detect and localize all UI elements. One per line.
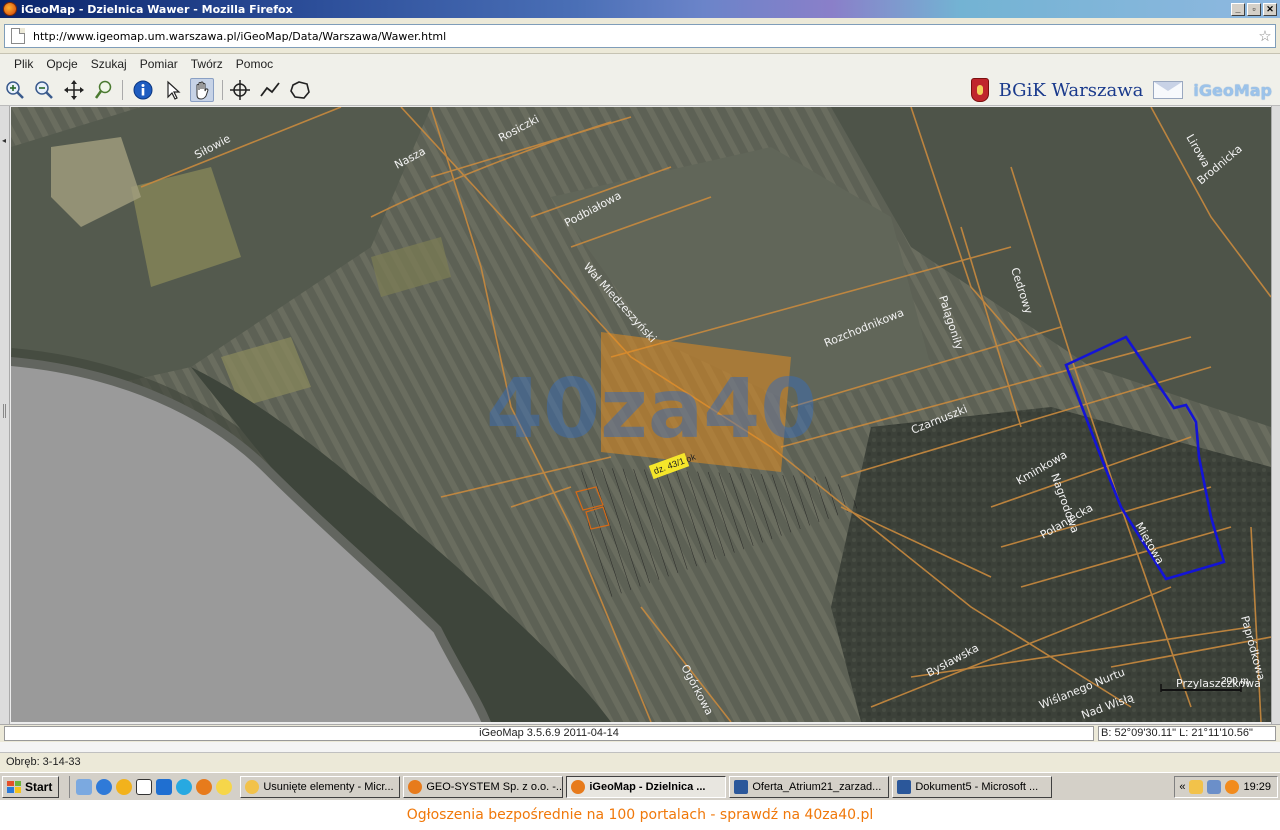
start-label: Start <box>25 779 53 794</box>
task-label: Usunięte elementy - Micr... <box>263 780 394 793</box>
task-label: iGeoMap - Dzielnica ... <box>589 780 706 793</box>
tray-app-icon[interactable] <box>1189 779 1204 794</box>
window-title: iGeoMap - Dzielnica Wawer - Mozilla Fire… <box>21 2 293 16</box>
url-text[interactable]: http://www.igeomap.um.warszawa.pl/iGeoMa… <box>33 30 1255 43</box>
coordinates-readout: B: 52°09'30.11" L: 21°11'10.56" <box>1098 726 1276 741</box>
app-menu-bar: Plik Opcje Szukaj Pomiar Twórz Pomoc <box>0 54 1280 74</box>
warsaw-crest-icon <box>970 78 989 102</box>
igeomap-logo[interactable]: iGeoMap <box>1193 81 1272 100</box>
menu-pomiar[interactable]: Pomiar <box>140 57 178 71</box>
menu-szukaj[interactable]: Szukaj <box>91 57 127 71</box>
menu-opcje[interactable]: Opcje <box>46 57 77 71</box>
version-label: iGeoMap 3.5.6.9 2011-04-14 <box>4 726 1094 741</box>
minimize-button[interactable]: _ <box>1231 2 1245 16</box>
address-bar[interactable]: http://www.igeomap.um.warszawa.pl/iGeoMa… <box>4 24 1276 48</box>
map-status-bar: iGeoMap 3.5.6.9 2011-04-14 B: 52°09'30.1… <box>0 724 1280 742</box>
task-list: Usunięte elementy - Micr... GEO-SYSTEM S… <box>240 775 1053 798</box>
page-icon <box>11 28 25 44</box>
info-icon[interactable] <box>131 78 155 102</box>
right-panel-strip <box>1271 106 1280 724</box>
maximize-button[interactable]: ▫ <box>1247 2 1261 16</box>
quick-launch <box>69 775 233 798</box>
watermark-text: 40za40 <box>486 362 817 457</box>
map-toolbar: BGiK Warszawa iGeoMap <box>0 74 1280 106</box>
media-player-icon[interactable] <box>116 778 133 795</box>
firefox-icon <box>408 779 423 794</box>
pointer-icon[interactable] <box>161 78 185 102</box>
internet-explorer-icon[interactable] <box>96 778 113 795</box>
menu-plik[interactable]: Plik <box>14 57 33 71</box>
start-button[interactable]: Start <box>2 775 60 798</box>
taskbar: Start Usunięte elementy - Micr... GEO-SY… <box>0 772 1280 800</box>
task-button[interactable]: Usunięte elementy - Micr... <box>240 775 401 798</box>
status-text: Obręb: 3-14-33 <box>6 756 81 768</box>
windows-logo-icon <box>7 780 21 793</box>
bc-icon[interactable] <box>156 778 173 795</box>
window-controls: _ ▫ ✕ <box>1231 2 1277 16</box>
bookmark-star-icon[interactable]: ☆ <box>1255 27 1275 45</box>
zoom-in-icon[interactable] <box>3 78 27 102</box>
close-button[interactable]: ✕ <box>1263 2 1277 16</box>
crosshair-icon[interactable] <box>228 78 252 102</box>
task-button-active[interactable]: iGeoMap - Dzielnica ... <box>566 775 727 798</box>
task-label: Dokument5 - Microsoft ... <box>915 780 1039 793</box>
network-icon[interactable] <box>1207 779 1222 794</box>
left-panel-toggle[interactable]: ◂ <box>0 106 10 724</box>
firefox-icon <box>571 779 586 794</box>
map-viewport[interactable]: 40za40 dz. 43/1 ok Siłowie Rosiczki Nasz… <box>11 107 1271 722</box>
window-titlebar[interactable]: iGeoMap - Dzielnica Wawer - Mozilla Fire… <box>0 0 1280 18</box>
window-icon[interactable] <box>136 778 153 795</box>
page-spacer <box>0 742 1280 752</box>
pan-all-icon[interactable] <box>62 78 86 102</box>
show-desktop-icon[interactable] <box>76 778 93 795</box>
tray-expand-button[interactable]: « <box>1179 781 1185 793</box>
skype-icon[interactable] <box>176 778 193 795</box>
task-button[interactable]: Oferta_Atrium21_zarzad... <box>729 775 890 798</box>
outlook-icon <box>245 779 260 794</box>
search-zoom-icon[interactable] <box>92 78 116 102</box>
firefox-icon <box>3 2 17 16</box>
screen: iGeoMap - Dzielnica Wawer - Mozilla Fire… <box>0 0 1280 830</box>
brand-area: BGiK Warszawa iGeoMap <box>970 77 1272 103</box>
menu-tworz[interactable]: Twórz <box>191 57 223 71</box>
toolbar-separator <box>222 80 223 100</box>
zoom-out-icon[interactable] <box>32 78 56 102</box>
clock-app-icon[interactable] <box>216 778 233 795</box>
word-icon <box>734 779 749 794</box>
task-button[interactable]: Dokument5 - Microsoft ... <box>892 775 1053 798</box>
envelope-icon[interactable] <box>1153 81 1184 99</box>
hand-icon[interactable] <box>190 78 214 102</box>
tray-update-icon[interactable] <box>1225 779 1240 794</box>
task-button[interactable]: GEO-SYSTEM Sp. z o.o. -... <box>403 775 564 798</box>
brand-bgik-link[interactable]: BGiK Warszawa <box>999 80 1144 101</box>
menu-pomoc[interactable]: Pomoc <box>236 57 273 71</box>
browser-status-bar: Obręb: 3-14-33 <box>0 752 1280 772</box>
collapse-arrow-icon[interactable]: ◂ <box>2 136 6 145</box>
toolbar-separator <box>122 80 123 100</box>
map-frame: ◂ 40za40 dz. 43/1 ok Siłowie Rosiczki Na… <box>0 106 1280 724</box>
footer-banner[interactable]: Ogłoszenia bezpośrednie na 100 portalach… <box>0 800 1280 830</box>
word-icon <box>897 779 912 794</box>
system-tray: « 19:29 <box>1174 775 1278 798</box>
scale-label: 200 m <box>1221 676 1249 687</box>
navigation-bar: http://www.igeomap.um.warszawa.pl/iGeoMa… <box>0 18 1280 54</box>
panel-grip-icon[interactable] <box>3 404 6 418</box>
task-label: GEO-SYSTEM Sp. z o.o. -... <box>426 780 564 793</box>
clock: 19:29 <box>1243 780 1271 793</box>
task-label: Oferta_Atrium21_zarzad... <box>752 780 882 793</box>
polyline-icon[interactable] <box>258 78 282 102</box>
polygon-icon[interactable] <box>288 78 312 102</box>
aerial-map[interactable]: 40za40 dz. 43/1 ok Siłowie Rosiczki Nasz… <box>11 107 1271 722</box>
firefox-quick-icon[interactable] <box>196 778 213 795</box>
